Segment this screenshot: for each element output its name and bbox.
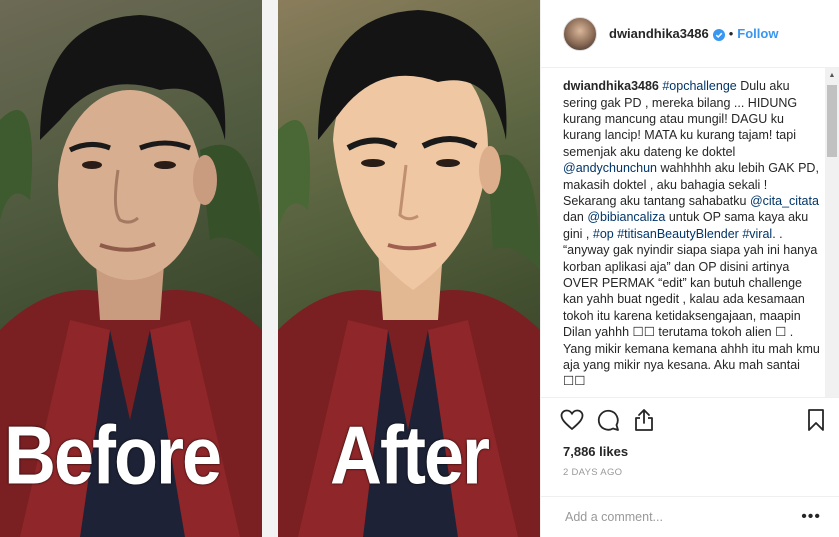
before-label: Before	[4, 410, 222, 502]
likes-count[interactable]: 7,886 likes	[541, 442, 839, 462]
caption-tag[interactable]: #viral	[742, 227, 772, 241]
comment-icon[interactable]	[595, 407, 621, 433]
scroll-down-icon[interactable]: ▼	[825, 392, 839, 398]
comment-form: •••	[541, 496, 839, 537]
post-timestamp[interactable]: 2 DAYS AGO	[541, 462, 839, 484]
heart-icon[interactable]	[559, 407, 585, 433]
scroll-thumb[interactable]	[827, 85, 837, 158]
caption-text: . . “anyway gak nyindir siapa siapa yah …	[563, 226, 820, 389]
caption-mention[interactable]: @cita_citata	[750, 194, 819, 208]
action-bar	[541, 397, 839, 442]
post-image[interactable]: Before After	[0, 0, 540, 537]
share-icon[interactable]	[631, 407, 657, 433]
bookmark-icon[interactable]	[803, 407, 829, 433]
follow-button[interactable]: Follow	[737, 26, 778, 41]
more-options-icon[interactable]: •••	[801, 508, 821, 526]
caption-tag[interactable]: #op	[593, 227, 614, 241]
caption-username[interactable]: dwiandhika3486	[563, 79, 659, 93]
post-header: dwiandhika3486 • Follow	[541, 0, 839, 69]
scroll-up-icon[interactable]: ▲	[825, 68, 839, 82]
caption-mention[interactable]: @bibiancaliza	[587, 210, 665, 224]
avatar[interactable]	[563, 16, 597, 51]
after-photo: After	[278, 0, 540, 537]
caption-scrollbar[interactable]: ▲ ▼	[825, 68, 839, 398]
caption: dwiandhika3486 #opchallenge Dulu aku ser…	[563, 78, 821, 390]
before-photo: Before	[0, 0, 262, 537]
caption-mention[interactable]: @andychunchun	[563, 161, 657, 175]
after-label: After	[329, 410, 490, 502]
comments-area[interactable]: dwiandhika3486 #opchallenge Dulu aku ser…	[541, 68, 839, 398]
comment-input[interactable]	[563, 509, 802, 526]
post-sidebar: dwiandhika3486 • Follow dwiandhika3486 #…	[540, 0, 839, 537]
image-divider	[262, 0, 278, 537]
caption-tag[interactable]: #opchallenge	[662, 79, 736, 93]
caption-tag[interactable]: #titisanBeautyBlender	[617, 227, 739, 241]
header-username[interactable]: dwiandhika3486	[609, 26, 709, 41]
verified-badge-icon	[712, 28, 725, 41]
header-separator: •	[728, 26, 734, 42]
post-dialog: Before After dwiandhika3486 • Follow dwi…	[0, 0, 839, 537]
caption-text: dan	[563, 210, 588, 225]
